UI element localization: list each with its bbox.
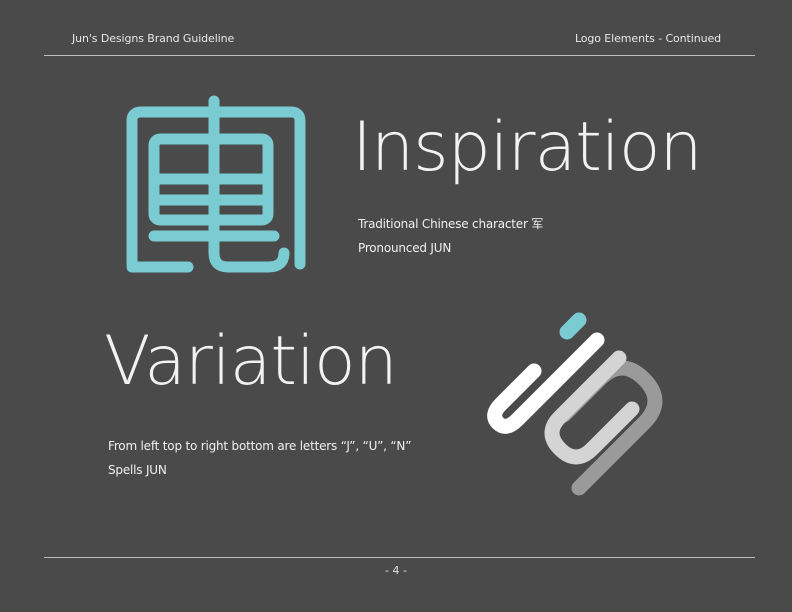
variation-line: From left top to right bottom are letter… [108, 439, 412, 453]
variation-title: Variation [104, 322, 398, 401]
footer-divider [44, 557, 755, 558]
variation-description: From left top to right bottom are letter… [108, 434, 411, 482]
inspiration-line: Pronounced JUN [358, 241, 452, 255]
inspiration-title: Inspiration [352, 108, 703, 187]
header-section: Logo Elements - Continued [574, 32, 721, 45]
header-divider [44, 55, 755, 56]
inspiration-line: Traditional Chinese character 军 [358, 217, 544, 231]
header-title: Jun's Designs Brand Guideline [72, 32, 235, 45]
variation-line: Spells JUN [108, 463, 167, 477]
page-number: - 4 - [385, 564, 407, 577]
inspiration-description: Traditional Chinese character 军 Pronounc… [358, 212, 543, 260]
jun-character-icon [118, 93, 310, 283]
jun-letters-icon [484, 310, 684, 524]
